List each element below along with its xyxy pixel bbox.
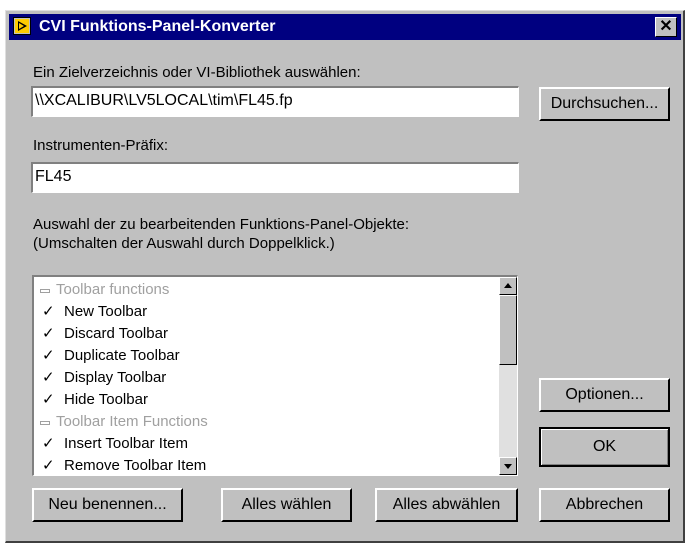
list-item-label: Display Toolbar xyxy=(64,369,167,386)
group-dash-icon xyxy=(40,421,50,425)
checkmark-icon: ✓ xyxy=(42,369,55,386)
ok-button[interactable]: OK xyxy=(539,427,670,467)
checkmark-icon: ✓ xyxy=(42,325,55,342)
checkmark-icon: ✓ xyxy=(42,347,55,364)
rename-button[interactable]: Neu benennen... xyxy=(32,488,183,522)
prefix-label: Instrumenten-Präfix: xyxy=(33,137,169,154)
scroll-up-button[interactable] xyxy=(499,277,517,295)
close-button[interactable]: ✕ xyxy=(655,17,677,37)
target-label: Ein Zielverzeichnis oder VI-Bibliothek a… xyxy=(33,64,361,81)
group-label: Toolbar Item Functions xyxy=(56,413,208,430)
list-item-label: Discard Toolbar xyxy=(64,325,168,342)
list-scrollbar[interactable] xyxy=(499,277,517,475)
options-button[interactable]: Optionen... xyxy=(539,378,670,412)
checkmark-icon: ✓ xyxy=(42,457,55,474)
app-icon xyxy=(13,17,31,35)
title-bar[interactable]: CVI Funktions-Panel-Konverter ✕ xyxy=(9,14,681,40)
deselect-all-button[interactable]: Alles abwählen xyxy=(375,488,518,522)
function-panel-list[interactable]: Toolbar functions ✓ New Toolbar ✓ Discar… xyxy=(32,275,518,476)
selection-label-line1: Auswahl der zu bearbeitenden Funktions-P… xyxy=(33,216,410,233)
browse-button[interactable]: Durchsuchen... xyxy=(539,87,670,121)
window-title: CVI Funktions-Panel-Konverter xyxy=(39,18,276,35)
cancel-button[interactable]: Abbrechen xyxy=(539,488,670,522)
play-icon xyxy=(15,19,29,33)
select-all-button[interactable]: Alles wählen xyxy=(221,488,352,522)
checkmark-icon: ✓ xyxy=(42,303,55,320)
list-item-label: Duplicate Toolbar xyxy=(64,347,180,364)
close-icon: ✕ xyxy=(659,18,673,35)
selection-label-line2: (Umschalten der Auswahl durch Doppelklic… xyxy=(33,235,335,252)
converter-dialog: CVI Funktions-Panel-Konverter ✕ Ein Ziel… xyxy=(5,10,685,543)
list-item-label: New Toolbar xyxy=(64,303,148,320)
list-item-label: Remove Toolbar Item xyxy=(64,457,207,474)
arrow-up-icon xyxy=(504,283,512,288)
target-path-input[interactable]: \\XCALIBUR\LV5LOCAL\tim\FL45.fp xyxy=(31,86,519,117)
prefix-input[interactable]: FL45 xyxy=(31,162,519,193)
scroll-thumb[interactable] xyxy=(499,295,517,365)
group-dash-icon xyxy=(40,289,50,293)
checkmark-icon: ✓ xyxy=(42,435,55,452)
checkmark-icon: ✓ xyxy=(42,391,55,408)
group-label: Toolbar functions xyxy=(56,281,170,298)
scroll-track[interactable] xyxy=(499,365,517,457)
arrow-down-icon xyxy=(504,464,512,469)
scroll-down-button[interactable] xyxy=(499,457,517,475)
list-item-label: Hide Toolbar xyxy=(64,391,148,408)
list-item-label: Insert Toolbar Item xyxy=(64,435,188,452)
